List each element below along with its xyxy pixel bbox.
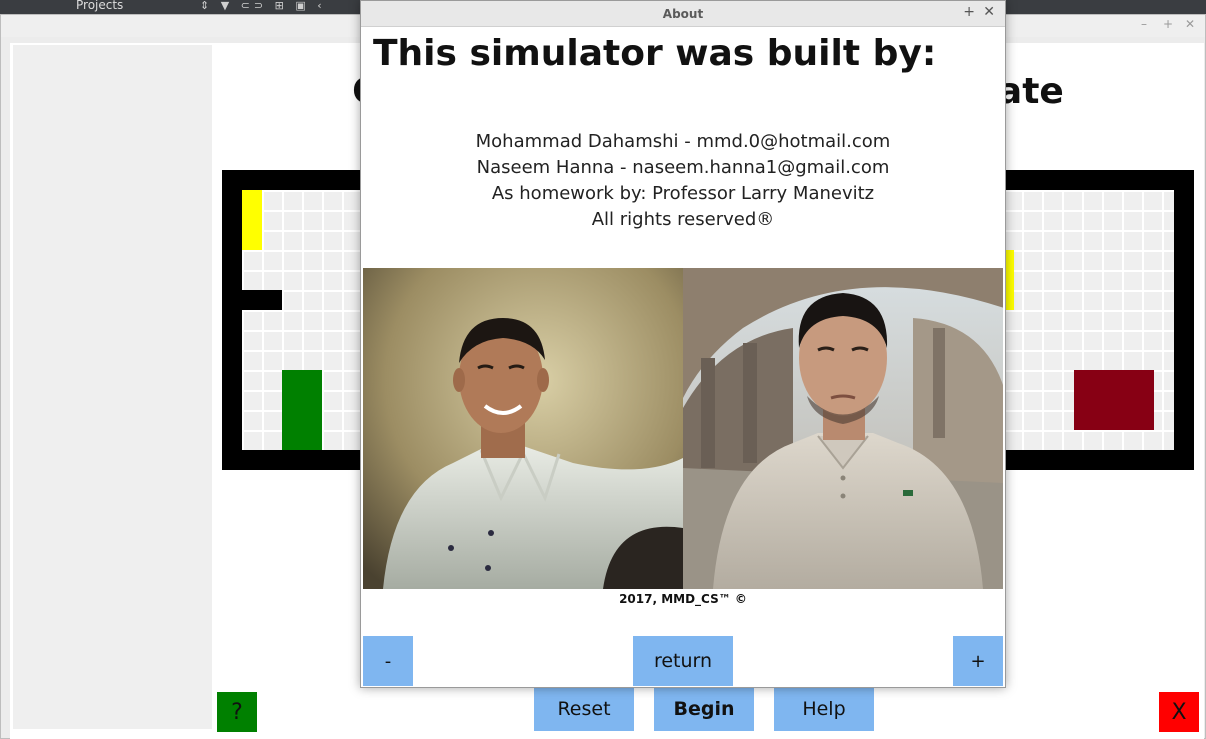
credit-line: As homework by: Professor Larry Manevitz (491, 183, 875, 204)
photo-naseem (683, 268, 1003, 589)
maximize-icon[interactable]: + (1163, 17, 1173, 31)
plus-button[interactable]: + (953, 636, 1003, 686)
left-panel (13, 45, 212, 729)
minus-button[interactable]: - (363, 636, 413, 686)
begin-button[interactable]: Begin (654, 687, 754, 731)
maximize-icon[interactable]: + (963, 4, 975, 20)
help-question-button[interactable]: ? (217, 692, 257, 732)
start-cell (242, 190, 262, 250)
wall-segment (242, 290, 282, 310)
dialog-titlebar[interactable]: About + ✕ (361, 1, 1005, 27)
help-button[interactable]: Help (774, 687, 874, 731)
credits-block: Mohammad Dahamshi - mmd.0@hotmail.com Na… (361, 129, 1005, 233)
photo-mohammad (363, 268, 683, 589)
credit-line: Mohammad Dahamshi - mmd.0@hotmail.com (475, 131, 891, 152)
minimize-icon[interactable]: – (1141, 17, 1147, 31)
credit-line: Naseem Hanna - naseem.hanna1@gmail.com (476, 157, 890, 178)
agent-cell (282, 370, 322, 450)
dialog-title: About (662, 7, 704, 21)
toolbar-icons: ⇕ ▼ ⊂⊃ ⊞ ▣ ‹ (200, 0, 326, 12)
copyright-text: 2017, MMD_CS™ © (619, 592, 747, 606)
about-dialog: About + ✕ This simulator was built by: M… (360, 0, 1006, 688)
about-heading: This simulator was built by: (373, 33, 937, 74)
author-photos (363, 268, 1004, 589)
projects-label[interactable]: Projects (76, 0, 123, 12)
close-icon[interactable]: ✕ (1185, 17, 1195, 31)
reset-button[interactable]: Reset (534, 687, 634, 731)
goal-cell (1074, 370, 1154, 430)
return-button[interactable]: return (633, 636, 733, 686)
exit-button[interactable]: X (1159, 692, 1199, 732)
close-icon[interactable]: ✕ (983, 4, 995, 20)
marker-cell (1006, 250, 1014, 310)
credit-line: All rights reserved® (591, 209, 775, 230)
